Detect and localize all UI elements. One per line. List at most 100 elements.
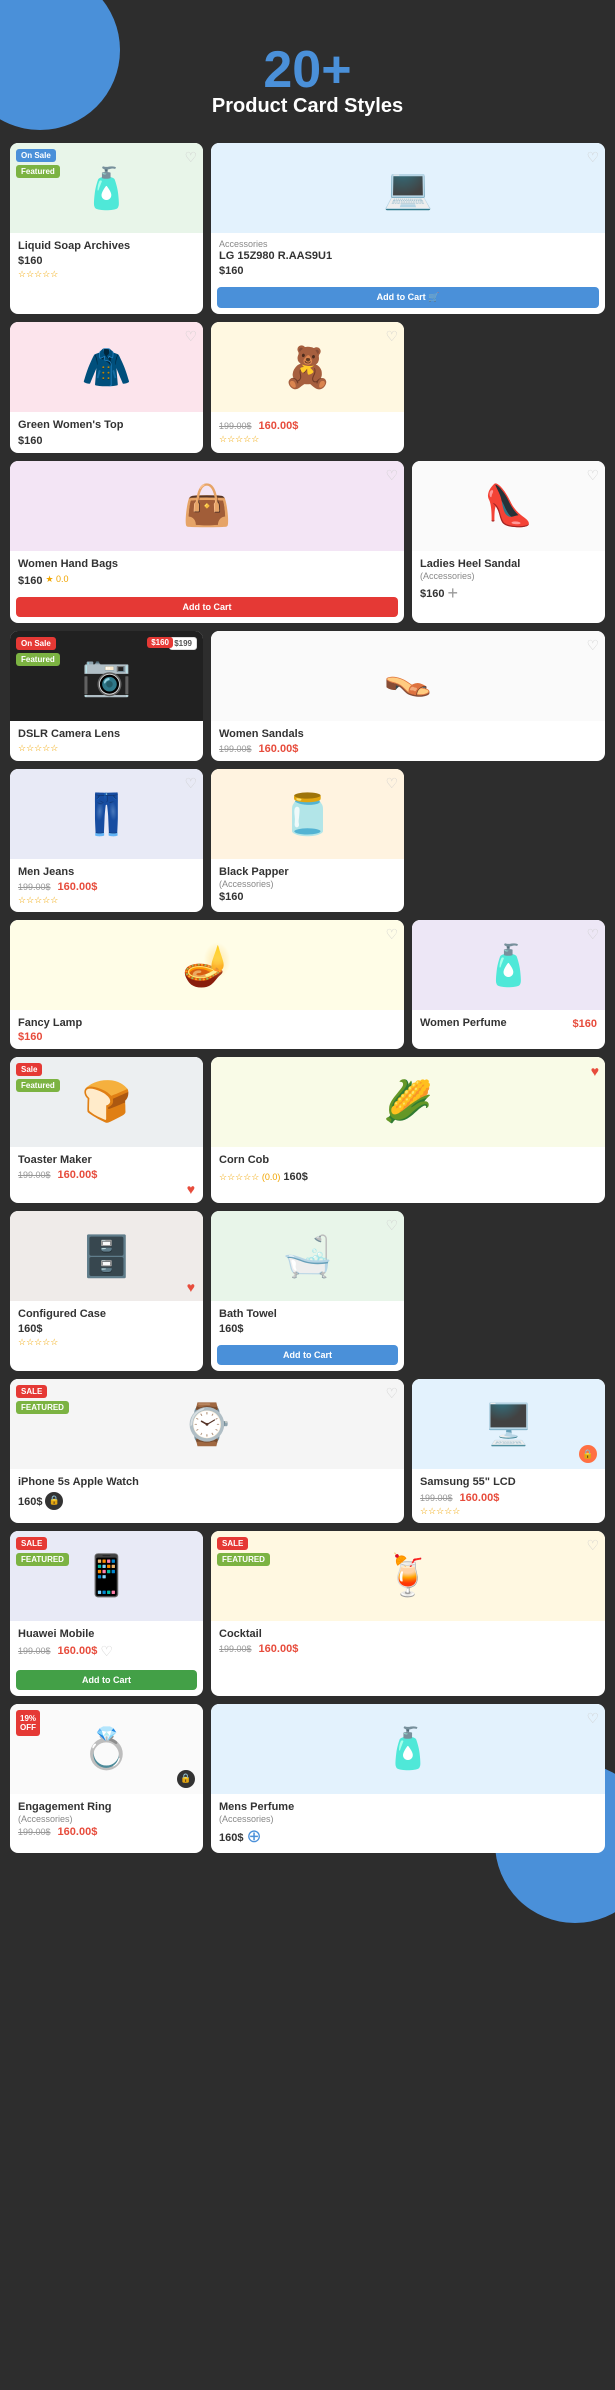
product-grid: 🧴 On Sale Featured ♡ Liquid Soap Archive…	[10, 143, 605, 1853]
wishlist-icon[interactable]: ♥	[187, 1181, 195, 1197]
product-image-perfume: 🧴 ♡	[412, 920, 605, 1010]
product-title: Bath Towel	[219, 1307, 396, 1321]
card-body: Green Women's Top $160	[10, 412, 203, 452]
product-image-ring: 💍 19%OFF 🔒	[10, 1704, 203, 1794]
card-body: Liquid Soap Archives $160 ☆☆☆☆☆	[10, 233, 203, 314]
add-to-cart-button[interactable]: Add to Cart	[16, 1670, 197, 1690]
price-line: 199.00$ 160.00$	[18, 1826, 195, 1838]
card-body: Engagement Ring (Accessories) 199.00$ 16…	[10, 1794, 203, 1853]
original-price: 199.00$	[18, 1646, 51, 1656]
product-category: Accessories	[219, 239, 597, 249]
product-title: Configured Case	[18, 1307, 195, 1321]
card-body: Women Perfume $160	[412, 1010, 605, 1048]
product-image-sandal: 👡 ♡	[211, 631, 605, 721]
price-line: 199.00$ 160.00$	[420, 1492, 597, 1504]
wishlist-icon[interactable]: ♡	[385, 328, 398, 345]
wishlist-icon[interactable]: ♡	[385, 1217, 398, 1234]
product-title: Fancy Lamp	[18, 1016, 396, 1030]
sale-price: 160.00$	[58, 1645, 98, 1657]
sale-price-badge: $160	[147, 637, 173, 648]
card-body: Mens Perfume (Accessories) 160$ ⊕	[211, 1794, 605, 1853]
original-price: 199.00$	[420, 1493, 453, 1503]
discount-badge: 19%OFF	[16, 1710, 40, 1736]
card-body: DSLR Camera Lens ☆☆☆☆☆	[10, 721, 203, 761]
card-body: 199.00$ 160.00$ ☆☆☆☆☆	[211, 412, 404, 452]
wishlist-icon[interactable]: ♡	[184, 775, 197, 792]
card-body: Bath Towel 160$	[211, 1301, 404, 1341]
product-title: Mens Perfume	[219, 1800, 597, 1814]
product-price: 160$	[219, 1323, 396, 1335]
price-line: 160$ ⊕	[219, 1826, 597, 1847]
card-body: Cocktail 199.00$ 160.00$	[211, 1621, 605, 1696]
wishlist-icon[interactable]: ♡	[586, 149, 599, 166]
wishlist-icon[interactable]: ♡	[586, 926, 599, 943]
product-title: Engagement Ring	[18, 1800, 195, 1814]
price-line: 199.00$ 160.00$	[18, 881, 195, 893]
add-to-cart-button[interactable]: Add to Cart	[217, 1345, 398, 1365]
add-to-cart-button[interactable]: Add to Cart 🛒	[217, 287, 599, 308]
wishlist-icon[interactable]: ♡	[385, 1385, 398, 1402]
wishlist-icon[interactable]: ♡	[184, 149, 197, 166]
product-rating: ☆☆☆☆☆	[18, 743, 195, 754]
product-title: Ladies Heel Sandal	[420, 557, 597, 571]
sale-price: 160.00$	[58, 1169, 98, 1181]
add-circle-icon[interactable]: ⊕	[246, 1826, 261, 1847]
product-title: LG 15Z980 R.AAS9U1	[219, 249, 597, 263]
product-image-samsung: 🖥️ 🔒	[412, 1379, 605, 1469]
page-header: 20+ Product Card Styles	[10, 20, 605, 143]
price-line: 199.00$ 160.00$	[219, 743, 597, 755]
price-line: 160$ 🔒	[18, 1492, 396, 1510]
badge-sale: SALE	[217, 1537, 248, 1550]
product-title: Toaster Maker	[18, 1153, 195, 1167]
card-heel-sandal: 👠 ♡ Ladies Heel Sandal (Accessories) $16…	[412, 461, 605, 623]
wishlist-icon[interactable]: ♡	[385, 467, 398, 484]
badge-featured: Featured	[16, 653, 60, 666]
original-price: 199.00$	[219, 744, 252, 754]
card-handbag: 👜 ♡ Women Hand Bags $160 ★ 0.0 Add to Ca…	[10, 461, 404, 623]
wishlist-icon[interactable]: ♡	[586, 467, 599, 484]
price-line: 199.00$ 160.00$	[219, 1643, 597, 1655]
product-price: 160$	[18, 1496, 42, 1508]
card-body: Configured Case 160$ ☆☆☆☆☆	[10, 1301, 203, 1371]
product-price: $160	[219, 891, 396, 903]
card-toaster: 🍞 Sale Featured Toaster Maker 199.00$ 16…	[10, 1057, 203, 1203]
header-number: 20+	[10, 40, 605, 100]
wishlist-icon[interactable]: ♥	[591, 1063, 599, 1079]
card-body: Huawei Mobile 199.00$ 160.00$ ♡	[10, 1621, 203, 1666]
card-body: Women Sandals 199.00$ 160.00$	[211, 721, 605, 761]
product-image-heel: 👠 ♡	[412, 461, 605, 551]
sale-price: 160.00$	[58, 1826, 98, 1838]
add-to-cart-button[interactable]: Add to Cart	[16, 597, 398, 617]
product-price: $160	[18, 1031, 396, 1043]
product-title: Liquid Soap Archives	[18, 239, 195, 253]
wishlist-icon[interactable]: ♥	[187, 1279, 195, 1295]
product-price: 160$	[18, 1323, 195, 1335]
wishlist-icon[interactable]: ♡	[385, 775, 398, 792]
header-subtitle: Product Card Styles	[10, 95, 605, 118]
product-rating: ☆☆☆☆☆	[219, 434, 396, 445]
product-image-camera: 📷 On Sale Featured $199 $160	[10, 631, 203, 721]
badge-featured: FEATURED	[217, 1553, 270, 1566]
wishlist-icon[interactable]: ♡	[586, 1710, 599, 1727]
product-rating: ☆☆☆☆☆	[18, 895, 195, 906]
wishlist-icon[interactable]: ♡	[586, 637, 599, 654]
card-fancy-lamp: 🪔 ♡ Fancy Lamp $160	[10, 920, 404, 1048]
card-cocktail: 🍹 SALE FEATURED ♡ Cocktail 199.00$ 160.0…	[211, 1531, 605, 1696]
product-price: 160$	[283, 1171, 307, 1183]
wishlist-icon[interactable]: ♡	[100, 1643, 113, 1660]
product-rating: ☆☆☆☆☆	[420, 1506, 597, 1517]
add-icon[interactable]: +	[447, 583, 458, 604]
card-configured-case: 🗄️ ♥ Configured Case 160$ ☆☆☆☆☆	[10, 1211, 203, 1371]
wishlist-icon[interactable]: ♡	[184, 328, 197, 345]
product-title: Women Perfume	[420, 1016, 507, 1030]
badge-sale: SALE	[16, 1537, 47, 1550]
wishlist-icon[interactable]: ♡	[385, 926, 398, 943]
product-title: Samsung 55" LCD	[420, 1475, 597, 1489]
sale-price: 160.00$	[259, 1643, 299, 1655]
wishlist-icon[interactable]: ♡	[586, 1537, 599, 1554]
card-body: Corn Cob ☆☆☆☆☆ (0.0) 160$	[211, 1147, 605, 1203]
card-body: Accessories LG 15Z980 R.AAS9U1 $160	[211, 233, 605, 283]
product-image-lamp: 🪔 ♡	[10, 920, 404, 1010]
badge-featured: Featured	[16, 1079, 60, 1092]
page-content: 20+ Product Card Styles 🧴 On Sale Featur…	[0, 0, 615, 1893]
